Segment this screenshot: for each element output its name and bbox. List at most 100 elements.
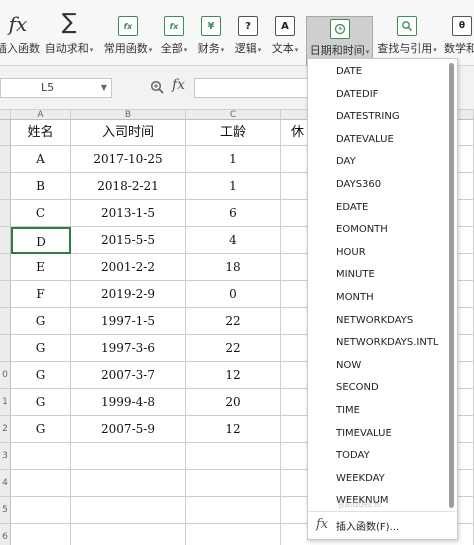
- column-header-a[interactable]: A: [11, 110, 71, 120]
- table-cell[interactable]: 2017-10-25: [71, 146, 186, 173]
- table-cell[interactable]: 0: [186, 281, 281, 308]
- insert-function-menu-item[interactable]: fx 插入函数(F)...: [308, 511, 457, 539]
- table-cell[interactable]: [11, 443, 71, 470]
- header-cell[interactable]: 姓名: [11, 120, 71, 146]
- table-cell[interactable]: E: [11, 254, 71, 281]
- row-header[interactable]: [0, 335, 11, 362]
- header-cell[interactable]: 入司时间: [71, 120, 186, 146]
- row-header[interactable]: [0, 173, 11, 200]
- menu-item[interactable]: DATEVALUE: [308, 129, 448, 151]
- menu-item[interactable]: WEEKDAY: [308, 468, 448, 490]
- table-cell[interactable]: [11, 470, 71, 497]
- table-cell[interactable]: 20: [186, 389, 281, 416]
- table-cell[interactable]: F: [11, 281, 71, 308]
- row-header[interactable]: 0: [0, 362, 11, 389]
- table-cell[interactable]: 2015-5-5: [71, 227, 186, 254]
- finance-button[interactable]: ¥ 财务▾: [194, 0, 228, 64]
- row-header[interactable]: [0, 254, 11, 281]
- menu-item[interactable]: TIMEVALUE: [308, 423, 448, 445]
- table-cell[interactable]: 1: [186, 146, 281, 173]
- table-cell[interactable]: [186, 470, 281, 497]
- table-cell[interactable]: G: [11, 362, 71, 389]
- table-cell[interactable]: 2007-5-9: [71, 416, 186, 443]
- table-cell[interactable]: 22: [186, 308, 281, 335]
- table-cell[interactable]: 2019-2-9: [71, 281, 186, 308]
- table-cell[interactable]: 1997-3-6: [71, 335, 186, 362]
- name-box[interactable]: L5 ▼: [0, 78, 112, 98]
- table-cell[interactable]: 1: [186, 173, 281, 200]
- zoom-icon[interactable]: [150, 80, 164, 94]
- text-button[interactable]: A 文本▾: [268, 0, 302, 64]
- select-all-corner[interactable]: [0, 110, 11, 120]
- menu-item[interactable]: MONTH: [308, 287, 448, 309]
- table-cell[interactable]: G: [11, 416, 71, 443]
- menu-item[interactable]: DAYS360: [308, 174, 448, 196]
- table-cell[interactable]: [71, 524, 186, 545]
- row-header[interactable]: [0, 308, 11, 335]
- table-cell[interactable]: 2001-2-2: [71, 254, 186, 281]
- all-functions-button[interactable]: fx 全部▾: [158, 0, 190, 64]
- table-cell[interactable]: [71, 470, 186, 497]
- column-header-c[interactable]: C: [186, 110, 281, 120]
- menu-item[interactable]: TODAY: [308, 445, 448, 467]
- table-cell[interactable]: 2013-1-5: [71, 200, 186, 227]
- menu-item[interactable]: DAY: [308, 151, 448, 173]
- table-cell[interactable]: 12: [186, 362, 281, 389]
- row-header[interactable]: 6: [0, 524, 11, 545]
- table-cell[interactable]: [11, 497, 71, 524]
- table-cell[interactable]: [186, 443, 281, 470]
- insert-function-button[interactable]: fx 插入函数: [0, 0, 42, 64]
- logic-button[interactable]: ? 逻辑▾: [231, 0, 265, 64]
- header-cell[interactable]: 工龄: [186, 120, 281, 146]
- table-cell[interactable]: [71, 497, 186, 524]
- table-cell[interactable]: 2018-2-21: [71, 173, 186, 200]
- row-header[interactable]: [0, 200, 11, 227]
- table-cell[interactable]: [186, 497, 281, 524]
- menu-item[interactable]: MINUTE: [308, 264, 448, 286]
- menu-item[interactable]: NETWORKDAYS: [308, 310, 448, 332]
- table-cell[interactable]: C: [11, 200, 71, 227]
- row-header[interactable]: [0, 281, 11, 308]
- menu-item[interactable]: TIME: [308, 400, 448, 422]
- column-header-b[interactable]: B: [71, 110, 186, 120]
- row-header[interactable]: [0, 146, 11, 173]
- table-cell[interactable]: 1999-4-8: [71, 389, 186, 416]
- menu-item[interactable]: DATE: [308, 61, 448, 83]
- table-cell[interactable]: 6: [186, 200, 281, 227]
- table-cell[interactable]: 4: [186, 227, 281, 254]
- menu-item[interactable]: NETWORKDAYS.INTL: [308, 332, 448, 354]
- math-trig-button[interactable]: θ 数学和: [442, 0, 474, 64]
- menu-scrollbar[interactable]: [449, 63, 454, 508]
- table-cell[interactable]: 2007-3-7: [71, 362, 186, 389]
- menu-item[interactable]: EDATE: [308, 197, 448, 219]
- chevron-down-icon[interactable]: ▼: [101, 79, 107, 97]
- menu-item[interactable]: DATEDIF: [308, 84, 448, 106]
- table-cell[interactable]: 12: [186, 416, 281, 443]
- table-cell[interactable]: B: [11, 173, 71, 200]
- row-header[interactable]: 4: [0, 470, 11, 497]
- menu-item[interactable]: HOUR: [308, 242, 448, 264]
- menu-item[interactable]: NOW: [308, 355, 448, 377]
- menu-item[interactable]: DATESTRING: [308, 106, 448, 128]
- table-cell[interactable]: D: [11, 227, 71, 254]
- table-cell[interactable]: 22: [186, 335, 281, 362]
- fx-icon[interactable]: fx: [172, 77, 185, 93]
- table-cell[interactable]: G: [11, 335, 71, 362]
- table-cell[interactable]: [11, 524, 71, 545]
- table-cell[interactable]: G: [11, 308, 71, 335]
- common-functions-button[interactable]: fx 常用函数▾: [100, 0, 156, 64]
- menu-item[interactable]: SECOND: [308, 377, 448, 399]
- table-cell[interactable]: 18: [186, 254, 281, 281]
- menu-item[interactable]: EOMONTH: [308, 219, 448, 241]
- table-cell[interactable]: G: [11, 389, 71, 416]
- table-cell[interactable]: A: [11, 146, 71, 173]
- table-cell[interactable]: [71, 443, 186, 470]
- row-header[interactable]: 5: [0, 497, 11, 524]
- lookup-reference-button[interactable]: 查找与引用▾: [376, 0, 438, 64]
- row-header[interactable]: [0, 227, 11, 254]
- autosum-button[interactable]: ∑ 自动求和▾: [42, 0, 96, 64]
- row-header[interactable]: 3: [0, 443, 11, 470]
- row-header[interactable]: 1: [0, 389, 11, 416]
- table-cell[interactable]: 1997-1-5: [71, 308, 186, 335]
- row-header[interactable]: [0, 120, 11, 146]
